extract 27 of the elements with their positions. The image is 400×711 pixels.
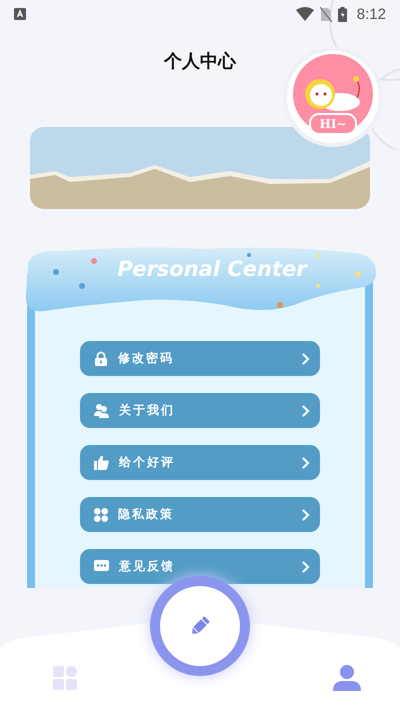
card-title: Personal Center	[117, 257, 307, 281]
nav-tab[interactable]	[332, 663, 362, 693]
users-icon	[94, 403, 109, 418]
chevron-right-icon	[302, 404, 310, 416]
menu-item[interactable]: 隐私政策	[80, 497, 320, 532]
wifi-icon	[296, 7, 314, 21]
chevron-right-icon	[302, 560, 310, 572]
chevron-right-icon	[302, 508, 310, 520]
battery-icon	[338, 6, 347, 22]
no-sim-icon	[320, 6, 332, 22]
grid-icon	[94, 508, 108, 522]
chat-icon	[94, 560, 109, 573]
menu-item[interactable]: 关于我们	[80, 393, 320, 428]
status-time: 8:12	[356, 6, 386, 22]
grid-icon	[53, 666, 77, 690]
greeting-badge: HI~	[309, 113, 356, 135]
lock-icon	[94, 351, 108, 366]
keyboard-icon	[14, 8, 26, 20]
person-icon	[333, 665, 361, 691]
menu-item[interactable]: 修改密码	[80, 341, 320, 376]
menu-item[interactable]: 意见反馈	[80, 549, 320, 584]
page-title: 个人中心	[164, 50, 236, 74]
avatar-button[interactable]: HI~	[287, 51, 379, 143]
chevron-right-icon	[302, 456, 310, 468]
menu-item[interactable]: 给个好评	[80, 445, 320, 480]
thumbs-up-icon	[94, 455, 109, 470]
chevron-right-icon	[302, 352, 310, 364]
